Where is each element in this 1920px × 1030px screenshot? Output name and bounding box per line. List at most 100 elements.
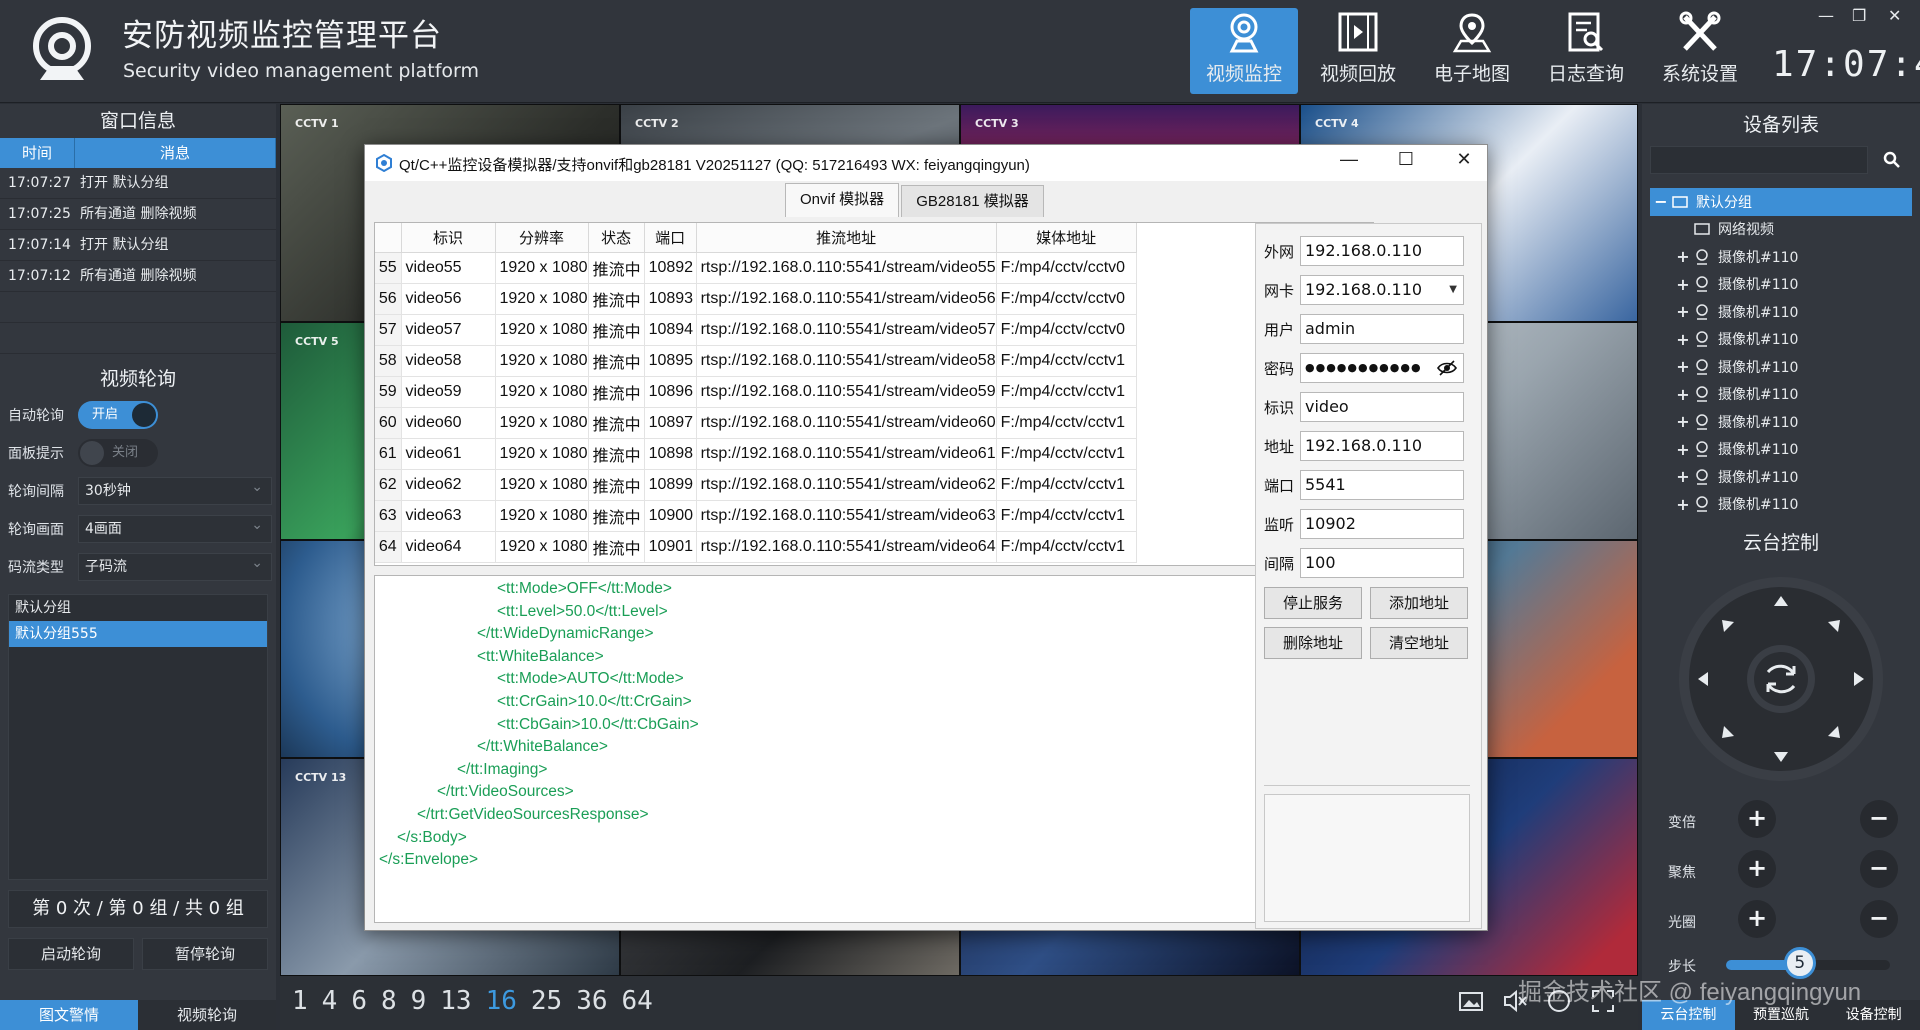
tab-alarm[interactable]: 图文警情 [0, 1000, 138, 1030]
expand-icon[interactable]: + [1672, 247, 1694, 266]
log-row[interactable]: 17:07:27 打开 默认分组 [0, 168, 276, 199]
col-state[interactable]: 状态 [588, 223, 645, 253]
group-item-selected[interactable]: 默认分组555 [9, 621, 267, 647]
tree-item-camera[interactable]: + 摄像机#110 [1650, 243, 1912, 271]
search-button[interactable] [1874, 146, 1910, 174]
start-tour-button[interactable]: 启动轮询 [8, 938, 134, 970]
table-row[interactable]: 55 video55 1920 x 1080 推流中 10892 rtsp://192.1… [375, 252, 1137, 284]
tree-item-network-video[interactable]: 网络视频 [1650, 216, 1912, 244]
layout-25[interactable]: 25 [531, 986, 562, 1016]
layout-8[interactable]: 8 [381, 986, 397, 1016]
table-row[interactable]: 60 video60 1920 x 1080 推流中 10897 rtsp://192.1… [375, 407, 1137, 439]
log-col-message[interactable]: 消息 [75, 138, 276, 168]
tree-item-camera[interactable]: + 摄像机#110 [1650, 326, 1912, 354]
tree-item-camera[interactable]: + 摄像机#110 [1650, 436, 1912, 464]
address-input[interactable]: 192.168.0.110 [1300, 431, 1464, 461]
eye-off-icon[interactable] [1437, 360, 1457, 376]
tree-item-camera[interactable]: + 摄像机#110 [1650, 298, 1912, 326]
table-row[interactable]: 62 video62 1920 x 1080 推流中 10899 rtsp://192.1… [375, 469, 1137, 501]
nav-system-settings[interactable]: 系统设置 [1646, 8, 1754, 94]
layout-64[interactable]: 64 [622, 986, 653, 1016]
nav-e-map[interactable]: 电子地图 [1418, 8, 1526, 94]
expand-icon[interactable]: + [1672, 412, 1694, 431]
zoom-out-button[interactable]: − [1860, 800, 1898, 838]
table-row[interactable]: 57 video57 1920 x 1080 推流中 10894 rtsp://192.1… [375, 314, 1137, 346]
log-col-time[interactable]: 时间 [0, 138, 75, 168]
interval-select[interactable]: 30秒钟 [78, 474, 272, 505]
table-row[interactable]: 61 video61 1920 x 1080 推流中 10898 rtsp://192.1… [375, 438, 1137, 470]
layout-1[interactable]: 1 [292, 986, 308, 1016]
layout-16[interactable]: 16 [486, 986, 517, 1016]
interval-input[interactable]: 100 [1300, 548, 1464, 578]
layout-36[interactable]: 36 [576, 986, 607, 1016]
id-input[interactable]: video [1300, 392, 1464, 422]
restore-icon[interactable]: ❐ [1852, 6, 1866, 25]
user-input[interactable]: admin [1300, 314, 1464, 344]
iris-open-button[interactable]: + [1738, 900, 1776, 938]
log-row[interactable]: 17:07:14 打开 默认分组 [0, 230, 276, 261]
focus-out-button[interactable]: − [1860, 850, 1898, 888]
password-input[interactable]: ●●●●●●●●●●● [1300, 353, 1464, 383]
expand-icon[interactable]: + [1672, 467, 1694, 486]
expand-icon[interactable]: + [1672, 275, 1694, 294]
table-row[interactable]: 64 video64 1920 x 1080 推流中 10901 rtsp://192.1… [375, 531, 1137, 563]
nic-select[interactable]: 192.168.0.110 ▼ [1300, 275, 1464, 305]
layout-4[interactable]: 4 [322, 986, 338, 1016]
dialog-close-icon[interactable]: ✕ [1441, 149, 1487, 170]
add-address-button[interactable]: 添加地址 [1370, 587, 1468, 619]
wan-input[interactable]: 192.168.0.110 [1300, 236, 1464, 266]
tree-item-camera[interactable]: + 摄像机#110 [1650, 353, 1912, 381]
zoom-in-button[interactable]: + [1738, 800, 1776, 838]
expand-icon[interactable]: + [1672, 302, 1694, 321]
snapshot-icon[interactable] [1458, 988, 1484, 1014]
ptz-direction-wheel[interactable] [1676, 574, 1886, 784]
tab-video-tour[interactable]: 视频轮询 [138, 1000, 276, 1030]
col-media[interactable]: 媒体地址 [996, 223, 1137, 253]
expand-icon[interactable]: + [1672, 440, 1694, 459]
port-input[interactable]: 5541 [1300, 470, 1464, 500]
table-row[interactable]: 59 video59 1920 x 1080 推流中 10896 rtsp://192.1… [375, 376, 1137, 408]
layout-13[interactable]: 13 [440, 986, 471, 1016]
layout-9[interactable]: 9 [411, 986, 427, 1016]
close-icon[interactable]: ✕ [1888, 6, 1901, 25]
table-row[interactable]: 63 video63 1920 x 1080 推流中 10900 rtsp://192.1… [375, 500, 1137, 532]
table-row[interactable]: 58 video58 1920 x 1080 推流中 10895 rtsp://192.1… [375, 345, 1137, 377]
tree-item-camera[interactable]: + 摄像机#110 [1650, 491, 1912, 519]
tree-item-camera[interactable]: + 摄像机#110 [1650, 463, 1912, 491]
expand-icon[interactable]: + [1672, 495, 1694, 514]
expand-icon[interactable]: + [1672, 357, 1694, 376]
tree-item-camera[interactable]: + 摄像机#110 [1650, 381, 1912, 409]
device-search-input[interactable] [1650, 146, 1868, 174]
col-id[interactable]: 标识 [401, 223, 496, 253]
col-resolution[interactable]: 分辨率 [495, 223, 589, 253]
table-row[interactable]: 56 video56 1920 x 1080 推流中 10893 rtsp://192.1… [375, 283, 1137, 315]
collapse-icon[interactable]: − [1650, 192, 1672, 211]
nav-video-playback[interactable]: 视频回放 [1304, 8, 1412, 94]
nav-log-query[interactable]: 日志查询 [1532, 8, 1640, 94]
focus-in-button[interactable]: + [1738, 850, 1776, 888]
dialog-maximize-icon[interactable]: ☐ [1383, 149, 1429, 170]
stop-service-button[interactable]: 停止服务 [1264, 587, 1362, 619]
panel-tip-toggle[interactable]: 关闭 [78, 439, 158, 467]
tab-onvif[interactable]: Onvif 模拟器 [785, 183, 900, 217]
screen-select[interactable]: 4画面 [78, 512, 272, 543]
pause-tour-button[interactable]: 暂停轮询 [142, 938, 268, 970]
stream-select[interactable]: 子码流 [78, 550, 272, 581]
col-port[interactable]: 端口 [644, 223, 697, 253]
layout-6[interactable]: 6 [351, 986, 367, 1016]
xml-log-view[interactable]: <tt:Mode>OFF</tt:Mode> <tt:Level>50.0</t… [374, 575, 1374, 923]
group-item[interactable]: 默认分组 [9, 595, 267, 621]
dialog-minimize-icon[interactable]: — [1326, 149, 1372, 170]
step-slider[interactable]: 5 [1726, 947, 1890, 979]
iris-close-button[interactable]: − [1860, 900, 1898, 938]
log-row[interactable]: 17:07:12 所有通道 删除视频 [0, 261, 276, 292]
tree-item-camera[interactable]: + 摄像机#110 [1650, 408, 1912, 436]
delete-address-button[interactable]: 删除地址 [1264, 627, 1362, 659]
listen-input[interactable]: 10902 [1300, 509, 1464, 539]
minimize-icon[interactable]: — [1818, 6, 1834, 25]
nav-video-monitor[interactable]: 视频监控 [1190, 8, 1298, 94]
tree-root[interactable]: − 默认分组 [1650, 188, 1912, 216]
tab-gb28181[interactable]: GB28181 模拟器 [901, 185, 1044, 217]
log-row[interactable]: 17:07:25 所有通道 删除视频 [0, 199, 276, 230]
clear-address-button[interactable]: 清空地址 [1370, 627, 1468, 659]
